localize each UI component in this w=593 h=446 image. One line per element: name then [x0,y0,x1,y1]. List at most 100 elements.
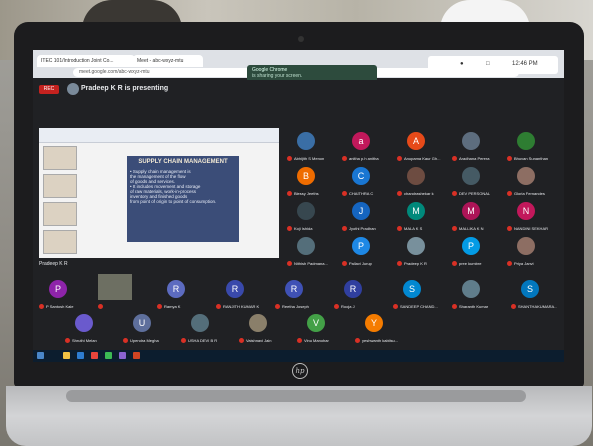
participant-tile[interactable]: Yyeshwanth kabilsu... [355,312,398,354]
mic-muted-icon [65,338,70,344]
participant-avatar: a [352,132,370,150]
participant-name-text: NANDINI SEKHAR [514,226,549,231]
participant-name: yeshwanth kabilsu... [355,338,401,344]
participant-name: Reetha Joseph [275,304,321,310]
participant-name-text: RANJITH KUMAR K [223,304,260,309]
participant-avatar: R [226,280,244,298]
participant-name: Shruthi Melan [65,338,111,344]
people-icon[interactable]: ● [460,61,464,67]
participant-name: Pallavi Jurup [342,261,388,267]
participant-name: SANDEEP CHAND... [393,304,439,310]
participant-name-text: Shruthi Melan [72,338,97,343]
slide-line: from point of origin to point of consump… [130,199,217,204]
participant-tile[interactable]: P Pallavi Jurup [342,235,380,277]
participant-name: Nithish Padmana... [287,261,333,267]
mic-muted-icon [123,338,128,344]
slide-thumbnail[interactable] [43,230,77,254]
mic-muted-icon [507,261,512,267]
mic-muted-icon [287,261,292,267]
mic-muted-icon [98,304,103,310]
taskbar-app-icon[interactable] [119,352,126,359]
chat-icon[interactable]: □ [486,61,490,67]
participant-avatar: V [307,314,325,332]
participant-avatar [407,167,425,185]
powerpoint-ribbon [39,128,279,143]
participant-name-text: Pallavi Jurup [349,261,372,266]
participant-name: NANDINI SEKHAR [507,226,553,232]
participant-avatar: R [167,280,185,298]
participant-name-text: Rooja J [341,304,355,309]
participant-avatar: M [462,202,480,220]
browser-tab-2[interactable]: Meet - abc-wxyz-mtu [133,55,203,67]
windows-start-icon[interactable] [37,352,44,359]
participant-tile[interactable]: U Upendra Megha [123,312,161,354]
participant-tile[interactable]: Nithish Padmana... [287,235,328,277]
mic-muted-icon [452,191,457,197]
participant-tile[interactable]: Shruthi Melan [65,312,103,354]
mic-muted-icon [452,156,457,162]
participant-tile[interactable]: Sharanth Kumar [452,278,490,320]
browser-tab-1[interactable]: ITEC 101/Introduction Joint Co... [37,55,135,67]
mic-muted-icon [355,338,360,344]
participant-avatar [517,167,535,185]
participant-name-text: Vinu Manohar [304,338,329,343]
slide-thumbnails [43,146,77,254]
participant-tile[interactable]: Priya Janvi [507,235,545,277]
participant-name: Bhuvan Sunanthan [507,156,553,162]
participant-name-text: Priya Janvi [514,261,534,266]
taskbar-app-icon[interactable] [133,352,140,359]
participant-avatar: P [462,237,480,255]
participant-avatar [462,132,480,150]
mic-muted-icon [216,304,221,310]
participant-avatar: S [521,280,539,298]
laptop-hinge [66,390,526,402]
participant-avatar [297,132,315,150]
participant-tile[interactable]: S SANDEEP CHAND... [393,278,438,320]
mic-muted-icon [507,156,512,162]
participant-name: DEV PERSONAL [452,191,498,197]
participant-avatar: Y [365,314,383,332]
taskbar-app-icon[interactable] [105,352,112,359]
mic-muted-icon [287,156,292,162]
webcam [298,36,304,42]
slide-thumbnail[interactable] [43,146,77,170]
meeting-time: 12:46 PM [512,61,538,67]
mic-muted-icon [397,261,402,267]
participant-avatar: R [285,280,303,298]
participant-avatar [191,314,209,332]
slide-thumbnail[interactable] [43,174,77,198]
participant-name: SHANTHAKUMARA... [511,304,557,310]
shared-slide: SUPPLY CHAIN MANAGEMENT • Supply chain m… [39,128,279,258]
participant-name-text: Sharanth Kumar [459,304,489,309]
participant-name-text: Anupama Kaur Gh... [404,156,441,161]
participant-name: Koji Ishida [287,226,333,232]
taskbar-app-icon[interactable] [91,352,98,359]
slide-thumbnail[interactable] [43,202,77,226]
participant-name: pree kumbre [452,261,498,267]
participant-avatar: N [517,202,535,220]
participant-name-text: Reetha Joseph [282,304,309,309]
participant-tile[interactable]: Vaishnavi Jain [239,312,277,354]
mic-muted-icon [342,226,347,232]
mic-muted-icon [275,304,280,310]
participant-tile[interactable]: S SHANTHAKUMARA... [511,278,557,320]
participant-name: chandrashekar k [397,191,443,197]
participant-name-text: SANDEEP CHAND... [400,304,438,309]
mic-muted-icon [452,226,457,232]
participant-tile[interactable]: Ppree kumbre [452,235,490,277]
participant-name-text: chandrashekar k [404,191,434,196]
participant-tile[interactable]: V Vinu Manohar [297,312,335,354]
taskbar-app-icon[interactable] [63,352,70,359]
taskbar-app-icon[interactable] [77,352,84,359]
slide-title: SUPPLY CHAIN MANAGEMENT [138,159,228,165]
participant-name: P Santosh Kale [39,304,85,310]
participant-name: Pradeep K R [397,261,443,267]
participant-avatar: P [352,237,370,255]
participant-avatar [297,237,315,255]
participant-avatar [462,280,480,298]
presenter-avatar [67,83,79,95]
participant-tile[interactable]: USHA DEVI B R [181,312,219,354]
participant-tile[interactable]: Pradeep K R [397,235,435,277]
mic-muted-icon [397,156,402,162]
participant-name-text: Aradhana Perera [459,156,490,161]
